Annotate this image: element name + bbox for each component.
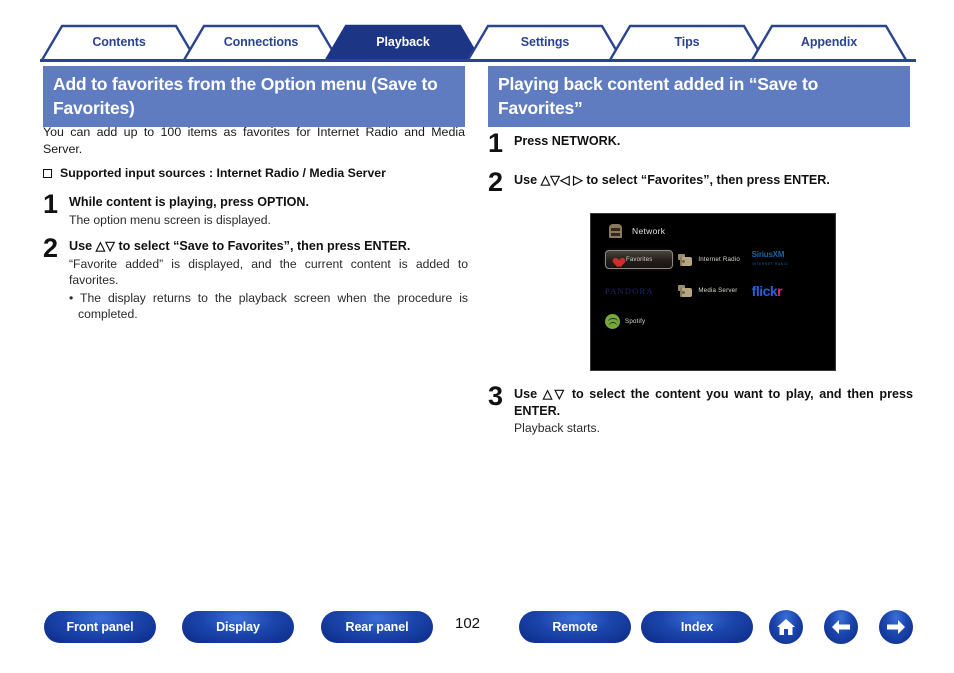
osd-item-spotify[interactable]: Spotify [605,314,679,329]
back-arrow-icon [832,620,850,634]
left-step-2: 2 Use △▽ to select “Save to Favorites”, … [43,233,468,323]
folder-icon [678,284,693,298]
osd-item-media-server[interactable]: Media Server [678,284,751,298]
footer-forward-button[interactable] [879,610,913,644]
right-step-3-number: 3 [488,381,504,411]
right-step-3: 3 Use △▽ to select the content you want … [488,381,913,437]
tab-connections-label: Connections [223,35,299,49]
osd-favorites-button[interactable]: Favorites [605,250,673,269]
osd-title-row: Network [609,224,665,238]
right-step-2-number: 2 [488,167,504,197]
right-step-1: 1 Press NETWORK. [488,128,913,158]
osd-item-siriusxm[interactable]: SiriusXM INTERNET RADIO [752,251,823,268]
manual-page: Contents Connections Playback Settings T [0,0,954,673]
left-step-1-desc: The option menu screen is displayed. [69,212,271,227]
siriusxm-sublabel: INTERNET RADIO [751,262,789,266]
osd-media-server-label: Media Server [698,287,738,294]
tab-contents-label: Contents [92,35,146,49]
osd-item-internet-radio[interactable]: Internet Radio [678,253,751,267]
left-step-1-title: While content is playing, press OPTION. [69,195,310,209]
osd-title-label: Network [632,226,666,236]
tab-tips[interactable]: Tips [608,24,766,60]
footer-home-button[interactable] [769,610,803,644]
siriusxm-logo-icon: SiriusXM INTERNET RADIO [752,251,789,268]
supported-sources-line: Supported input sources : Internet Radio… [43,166,465,180]
footer-back-button[interactable] [824,610,858,644]
tab-playback[interactable]: Playback [324,24,482,60]
osd-favorites-label: Favorites [626,256,653,263]
tab-tips-label: Tips [674,35,700,49]
osd-internet-radio-label: Internet Radio [698,256,740,263]
left-step-2-desc: “Favorite added” is displayed, and the c… [69,256,468,288]
osd-row-1: Favorites Internet Radio SiriusXM INTERN… [605,244,823,275]
tab-bar: Contents Connections Playback Settings T [40,24,916,60]
siriusxm-wordmark: SiriusXM [751,250,785,259]
osd-spotify-label: Spotify [625,318,646,325]
forward-arrow-icon [887,620,905,634]
tab-contents[interactable]: Contents [40,24,198,60]
osd-item-flickr[interactable]: flickr [752,283,823,299]
left-step-2-number: 2 [43,233,59,263]
left-intro-paragraph: You can add up to 100 items as favorites… [43,125,465,156]
page-number: 102 [455,615,481,632]
folder-icon [678,253,693,267]
right-step-1-title: Press NETWORK. [514,134,621,148]
osd-item-pandora[interactable]: PANDORA [605,286,678,296]
left-step-1: 1 While content is playing, press OPTION… [43,189,468,228]
supported-sources-label: Supported input sources : Internet Radio… [60,166,386,180]
osd-item-favorites[interactable]: Favorites [605,250,678,269]
right-step-3-title: Use △▽ to select the content you want to… [514,387,913,418]
left-step-2-sub: • The display returns to the playback sc… [69,290,468,322]
right-step-2: 2 Use △▽◁ ▷ to select “Favorites”, then … [488,167,913,197]
tab-playback-label: Playback [376,35,430,49]
tab-appendix[interactable]: Appendix [750,24,908,60]
right-step-1-number: 1 [488,128,504,158]
right-step-3-desc: Playback starts. [514,421,601,435]
footer-button-rear-panel[interactable]: Rear panel [321,611,433,643]
tab-settings[interactable]: Settings [466,24,624,60]
tab-appendix-label: Appendix [800,35,858,49]
osd-row-2: PANDORA Media Server flickr [605,275,823,306]
footer-button-index[interactable]: Index [641,611,753,643]
left-step-2-title: Use △▽ to select “Save to Favorites”, th… [69,239,411,253]
tab-underline [40,59,916,62]
footer-button-remote[interactable]: Remote [519,611,631,643]
spotify-icon [605,314,620,329]
section-heading-right: Playing back content added in “Save to F… [488,66,910,127]
network-icon [609,224,622,238]
footer-button-front-panel[interactable]: Front panel [44,611,156,643]
osd-row-3: Spotify [605,306,823,337]
right-step-2-title: Use △▽◁ ▷ to select “Favorites”, then pr… [514,173,830,187]
square-bullet-icon [43,169,52,178]
home-icon [777,619,795,635]
footer-button-display[interactable]: Display [182,611,294,643]
osd-screenshot-network-menu: Network Favorites Internet Radio SiriusX… [590,213,836,371]
section-heading-left: Add to favorites from the Option menu (S… [43,66,465,127]
tab-connections[interactable]: Connections [182,24,340,60]
osd-item-grid: Favorites Internet Radio SiriusXM INTERN… [605,244,823,337]
tab-settings-label: Settings [520,35,570,49]
flickr-logo-icon: flickr [751,282,783,299]
left-step-1-number: 1 [43,189,59,219]
pandora-logo-icon: PANDORA [605,285,654,296]
heart-icon [610,254,622,265]
